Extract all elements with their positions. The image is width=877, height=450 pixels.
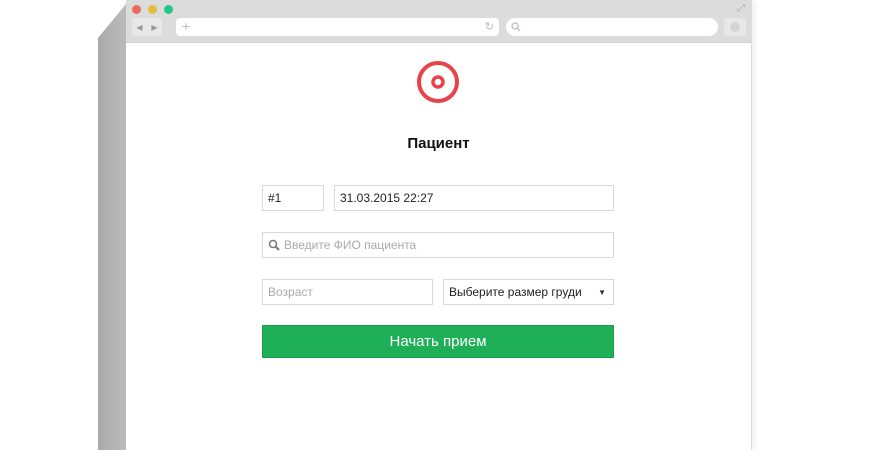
reload-icon[interactable]: ↻	[485, 20, 494, 33]
nav-buttons: ◀ ▶	[132, 18, 162, 36]
search-icon	[268, 239, 280, 251]
browser-toolbar: ⤢ ◀ ▶ + ↻	[126, 0, 751, 43]
fullscreen-icon[interactable]: ⤢	[737, 3, 745, 14]
size-select[interactable]: Выберите размер груди ▼	[443, 279, 614, 305]
patient-number-field[interactable]: #1	[262, 185, 324, 211]
logo-target-icon	[417, 61, 459, 103]
patient-name-placeholder: Введите ФИО пациента	[284, 238, 417, 252]
search-icon	[511, 22, 521, 32]
start-appointment-button[interactable]: Начать прием	[262, 325, 614, 358]
back-icon[interactable]: ◀	[136, 23, 142, 32]
extension-button[interactable]	[724, 18, 746, 36]
plus-icon[interactable]: +	[182, 18, 190, 34]
page-title: Пациент	[407, 135, 470, 152]
chevron-down-icon: ▼	[598, 287, 606, 297]
patient-name-input[interactable]: Введите ФИО пациента	[262, 232, 614, 258]
window-side-shadow	[98, 4, 128, 450]
close-window-button[interactable]	[132, 5, 141, 14]
age-input[interactable]: Возраст	[262, 279, 433, 305]
datetime-field[interactable]: 31.03.2015 22:27	[334, 185, 614, 211]
minimize-window-button[interactable]	[148, 5, 157, 14]
maximize-window-button[interactable]	[164, 5, 173, 14]
forward-icon[interactable]: ▶	[151, 23, 157, 32]
address-bar[interactable]: + ↻	[176, 18, 499, 36]
browser-search-bar[interactable]	[506, 18, 718, 36]
size-select-value: Выберите размер груди	[449, 285, 582, 299]
